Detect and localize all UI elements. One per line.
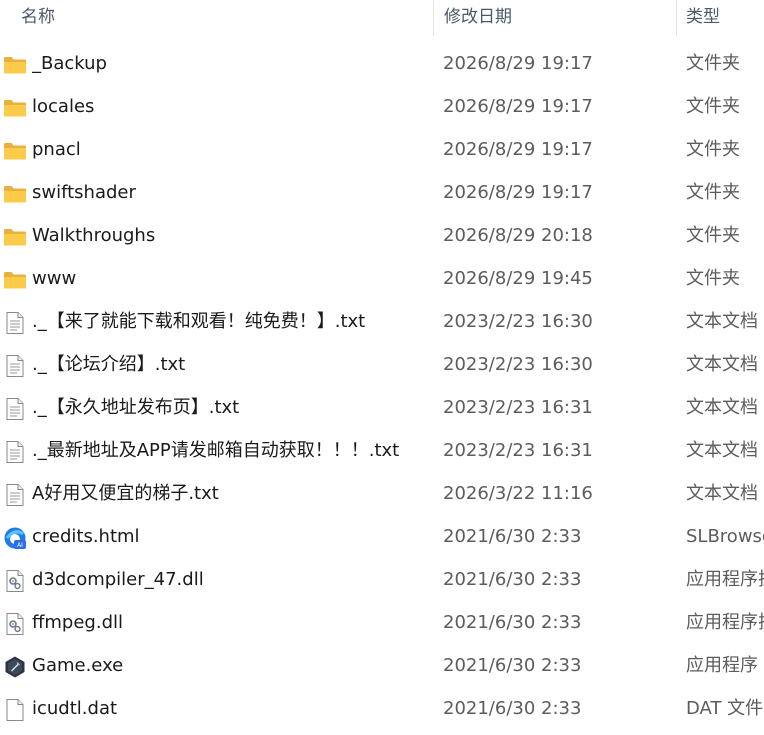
file-type: 应用程序扩展 [686,569,764,590]
file-type: 文件夹 [686,53,740,74]
file-row[interactable]: pnacl 2026/8/29 19:17 文件夹 [0,129,764,172]
file-modified-date: 2026/8/29 19:17 [443,182,593,203]
file-name: d3dcompiler_47.dll [32,569,204,590]
file-name: locales [32,96,95,117]
text-file-icon [3,483,27,507]
file-modified-date: 2023/2/23 16:31 [443,440,593,461]
file-modified-date: 2023/2/23 16:30 [443,311,593,332]
file-row[interactable]: AI credits.html 2021/6/30 2:33 SLBrowser [0,516,764,559]
file-modified-date: 2026/3/22 11:16 [443,483,593,504]
svg-text:AI: AI [17,542,23,549]
folder-icon [3,53,27,77]
file-name: icudtl.dat [32,698,118,719]
file-modified-date: 2026/8/29 19:17 [443,53,593,74]
file-row[interactable]: ._【永久地址发布页】.txt 2023/2/23 16:31 文本文档 [0,387,764,430]
file-name: ._最新地址及APP请发邮箱自动获取！！！.txt [32,440,400,461]
column-divider[interactable] [433,0,434,36]
file-row[interactable]: _Backup 2026/8/29 19:17 文件夹 [0,43,764,86]
file-row[interactable]: ffmpeg.dll 2021/6/30 2:33 应用程序扩展 [0,602,764,645]
file-modified-date: 2023/2/23 16:30 [443,354,593,375]
file-row[interactable]: www 2026/8/29 19:45 文件夹 [0,258,764,301]
file-type: 文本文档 [686,311,758,332]
file-type: 文件夹 [686,268,740,289]
file-type: 文件夹 [686,225,740,246]
game-exe-icon [3,655,27,679]
file-row[interactable]: locales 2026/8/29 19:17 文件夹 [0,86,764,129]
file-modified-date: 2021/6/30 2:33 [443,612,582,633]
folder-icon [3,139,27,163]
file-type: 应用程序 [686,655,758,676]
file-type: 文本文档 [686,440,758,461]
file-row[interactable]: Walkthroughs 2026/8/29 20:18 文件夹 [0,215,764,258]
file-name: www [32,268,77,289]
file-row[interactable]: A好用又便宜的梯子.txt 2026/3/22 11:16 文本文档 [0,473,764,516]
file-modified-date: 2021/6/30 2:33 [443,655,582,676]
browser-html-icon: AI [3,526,27,550]
text-file-icon [3,354,27,378]
file-modified-date: 2021/6/30 2:33 [443,569,582,590]
column-header-date[interactable]: 修改日期 [444,0,512,36]
file-name: ._【永久地址发布页】.txt [32,397,240,418]
file-name: Game.exe [32,655,124,676]
file-name: credits.html [32,526,140,547]
blank-file-icon [3,698,27,722]
column-header-type[interactable]: 类型 [686,0,720,36]
sort-ascending-icon: ^ [217,0,226,5]
file-type: 文本文档 [686,397,758,418]
file-name: ._【来了就能下载和观看！纯免费！】.txt [32,311,366,332]
file-row[interactable]: icudtl.dat 2021/6/30 2:33 DAT 文件 [0,688,764,731]
file-name: _Backup [32,53,107,74]
file-name: swiftshader [32,182,136,203]
file-modified-date: 2026/8/29 20:18 [443,225,593,246]
file-row[interactable]: ._最新地址及APP请发邮箱自动获取！！！.txt 2023/2/23 16:31… [0,430,764,473]
file-list: _Backup 2026/8/29 19:17 文件夹 locales 2026/8/2… [0,43,764,731]
text-file-icon [3,397,27,421]
file-type: DAT 文件 [686,698,764,719]
file-modified-date: 2026/8/29 19:17 [443,96,593,117]
column-divider[interactable] [676,0,677,36]
file-type: 文本文档 [686,483,758,504]
file-modified-date: 2023/2/23 16:31 [443,397,593,418]
file-type: SLBrowser [686,526,764,547]
file-modified-date: 2021/6/30 2:33 [443,526,582,547]
file-modified-date: 2026/8/29 19:45 [443,268,593,289]
file-name: ffmpeg.dll [32,612,124,633]
dll-file-icon [3,612,27,636]
file-type: 文件夹 [686,96,740,117]
file-modified-date: 2026/8/29 19:17 [443,139,593,160]
column-header-name[interactable]: 名称 [21,0,55,36]
file-modified-date: 2021/6/30 2:33 [443,698,582,719]
file-row[interactable]: ._【论坛介绍】.txt 2023/2/23 16:30 文本文档 [0,344,764,387]
text-file-icon [3,311,27,335]
folder-icon [3,182,27,206]
file-type: 文件夹 [686,182,740,203]
file-row[interactable]: Game.exe 2021/6/30 2:33 应用程序 [0,645,764,688]
text-file-icon [3,440,27,464]
file-type: 应用程序扩展 [686,612,764,633]
file-name: A好用又便宜的梯子.txt [32,483,219,504]
file-type: 文本文档 [686,354,758,375]
folder-icon [3,225,27,249]
folder-icon [3,96,27,120]
folder-icon [3,268,27,292]
file-row[interactable]: d3dcompiler_47.dll 2021/6/30 2:33 应用程序扩展 [0,559,764,602]
file-row[interactable]: swiftshader 2026/8/29 19:17 文件夹 [0,172,764,215]
file-row[interactable]: ._【来了就能下载和观看！纯免费！】.txt 2023/2/23 16:30 文本文… [0,301,764,344]
file-name: ._【论坛介绍】.txt [32,354,186,375]
dll-file-icon [3,569,27,593]
file-name: Walkthroughs [32,225,156,246]
file-type: 文件夹 [686,139,740,160]
column-header: 名称 ^ 修改日期 类型 [0,0,764,36]
file-name: pnacl [32,139,81,160]
